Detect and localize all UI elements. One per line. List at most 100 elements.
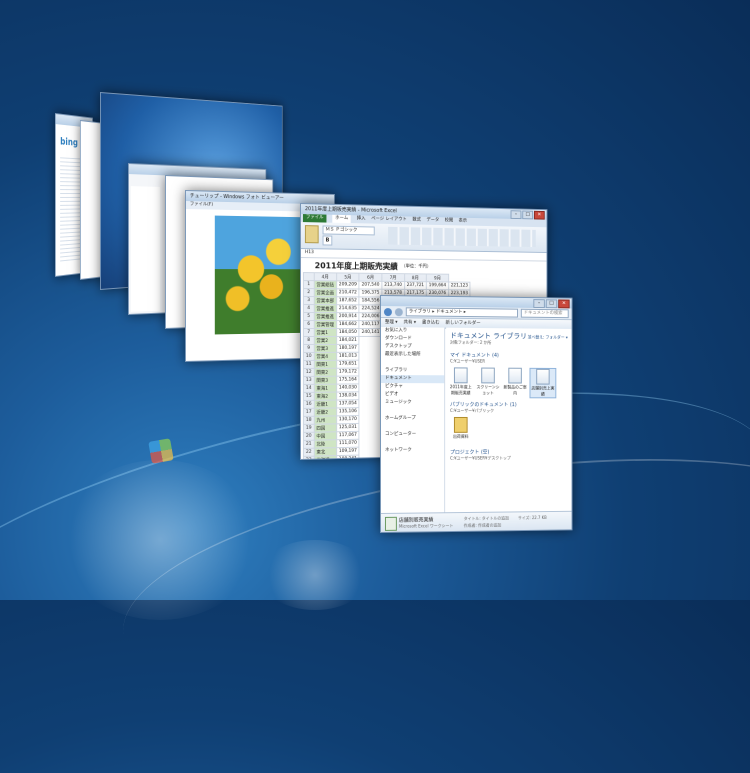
close-icon[interactable]: ✕ <box>534 211 545 220</box>
cell[interactable]: 224,006 <box>359 313 382 321</box>
column-header[interactable]: 8月 <box>404 274 426 282</box>
cell[interactable]: 関東3 <box>314 376 336 384</box>
row-header[interactable]: 5 <box>303 313 314 321</box>
row-header[interactable]: 4 <box>303 305 314 313</box>
file-item-selected[interactable]: 店舗別売上実績 <box>530 368 557 399</box>
forward-icon[interactable] <box>395 308 403 316</box>
row-header[interactable]: 3 <box>303 297 314 305</box>
nav-item[interactable]: ネットワーク <box>381 447 444 455</box>
row-header[interactable]: 1 <box>303 281 314 289</box>
row-header[interactable]: 12 <box>303 368 314 376</box>
cell[interactable]: 営業推進 <box>314 305 336 313</box>
cell[interactable]: 180,197 <box>336 344 359 352</box>
font-name-select[interactable]: ＭＳ Ｐゴシック <box>323 225 375 235</box>
row-header[interactable]: 10 <box>303 352 314 360</box>
bold-icon[interactable]: B <box>323 235 333 245</box>
cell[interactable]: 214,635 <box>336 305 359 313</box>
row-header[interactable]: 18 <box>303 416 314 424</box>
paste-icon[interactable] <box>305 225 319 243</box>
cell[interactable]: 240,117 <box>359 321 382 329</box>
cell[interactable]: 営業4 <box>314 352 336 360</box>
cell[interactable]: 237,721 <box>404 282 426 290</box>
nav-item[interactable]: ピクチャ <box>381 383 444 391</box>
cell[interactable]: 200,914 <box>336 313 359 321</box>
new-folder-button[interactable]: 新しいフォルダー <box>446 319 481 328</box>
cell[interactable]: 営業1 <box>314 329 336 337</box>
nav-item[interactable]: ドキュメント <box>381 375 444 383</box>
column-header[interactable]: 5月 <box>336 273 359 281</box>
row-header[interactable]: 20 <box>303 432 314 440</box>
search-input[interactable]: ドキュメントの検索 <box>521 309 569 318</box>
back-icon[interactable] <box>384 308 392 316</box>
cell[interactable]: 営業推進 <box>314 313 336 321</box>
group-public-documents[interactable]: パブリックのドキュメント (1) <box>450 401 517 408</box>
row-header[interactable]: 2 <box>303 289 314 297</box>
cell[interactable]: 関東1 <box>314 360 336 368</box>
row-header[interactable]: 9 <box>303 344 314 352</box>
column-header[interactable]: 9月 <box>426 274 448 282</box>
cell[interactable]: 184,662 <box>336 321 359 329</box>
cell[interactable]: 営業総括 <box>314 281 336 289</box>
column-header[interactable]: 4月 <box>314 273 336 281</box>
cell[interactable]: 209,209 <box>336 281 359 289</box>
cell[interactable]: 240,141 <box>359 329 382 337</box>
row-header[interactable]: 16 <box>303 400 314 408</box>
row-header[interactable]: 13 <box>303 376 314 384</box>
row-header[interactable]: 22 <box>303 448 314 456</box>
maximize-icon[interactable]: □ <box>522 211 533 220</box>
cell[interactable]: 営業管理 <box>314 321 336 329</box>
row-header[interactable]: 17 <box>303 408 314 416</box>
cell[interactable]: 179,651 <box>336 360 359 368</box>
organize-button[interactable]: 整理 ▾ <box>385 318 398 327</box>
cell[interactable]: 187,652 <box>336 297 359 305</box>
cell[interactable]: 181,013 <box>336 352 359 360</box>
nav-item[interactable]: 最近表示した場所 <box>381 351 444 359</box>
row-header[interactable]: 6 <box>303 321 314 329</box>
cell[interactable]: 207,540 <box>359 281 382 289</box>
column-header[interactable]: 6月 <box>359 273 382 281</box>
cell[interactable]: 184,050 <box>336 329 359 337</box>
cell[interactable]: 199,664 <box>426 282 448 290</box>
cell[interactable]: 関東2 <box>314 368 336 376</box>
cell[interactable]: 営業本部 <box>314 297 336 305</box>
minimize-icon[interactable]: – <box>511 210 522 219</box>
explorer-window[interactable]: – □ ✕ ライブラリ ▸ ドキュメント ▸ ドキュメントの検索 整理 ▾ 共有… <box>380 295 572 533</box>
burn-button[interactable]: 書き込む <box>422 318 440 327</box>
nav-item[interactable]: ミュージック <box>381 399 444 407</box>
cell[interactable]: 184,021 <box>336 336 359 344</box>
minimize-icon[interactable]: – <box>533 299 544 308</box>
nav-item[interactable]: ビデオ <box>381 391 444 399</box>
row-header[interactable]: 11 <box>303 360 314 368</box>
row-header[interactable]: 19 <box>303 424 314 432</box>
cell[interactable]: 営業企画 <box>314 289 336 297</box>
cell[interactable]: 210,472 <box>336 289 359 297</box>
row-header[interactable]: 15 <box>303 392 314 400</box>
nav-item[interactable]: ホームグループ <box>381 415 444 423</box>
close-icon[interactable]: ✕ <box>558 299 569 308</box>
arrange-by[interactable]: 並べ替え: フォルダー ▾ <box>528 334 568 340</box>
cell[interactable]: 221,123 <box>448 282 470 290</box>
share-button[interactable]: 共有 ▾ <box>404 318 417 327</box>
cell[interactable]: 196,375 <box>359 289 382 297</box>
cell[interactable]: 224,524 <box>359 305 382 313</box>
cell[interactable]: 179,172 <box>336 368 359 376</box>
row-header[interactable]: 14 <box>303 384 314 392</box>
maximize-icon[interactable]: □ <box>546 299 557 308</box>
cell[interactable]: 184,556 <box>359 297 382 305</box>
row-header[interactable]: 21 <box>303 440 314 448</box>
cell[interactable]: 175,164 <box>336 376 359 384</box>
name-box[interactable]: H13 <box>305 250 314 255</box>
tab-formulas[interactable]: 数式 <box>412 217 420 225</box>
cell[interactable]: 213,740 <box>382 281 404 289</box>
tab-view[interactable]: 表示 <box>459 218 467 226</box>
nav-item[interactable]: ライブラリ <box>381 367 444 375</box>
row-header[interactable]: 8 <box>303 336 314 344</box>
row-header[interactable]: 7 <box>303 329 314 337</box>
cell[interactable]: 営業2 <box>314 336 336 344</box>
column-header[interactable] <box>303 273 314 281</box>
column-header[interactable]: 7月 <box>382 273 404 281</box>
file-item[interactable]: 新製品のご案内 <box>503 368 528 397</box>
row-header[interactable]: 23 <box>303 456 314 460</box>
nav-item[interactable]: コンピューター <box>381 431 444 439</box>
address-bar[interactable]: ライブラリ ▸ ドキュメント ▸ <box>406 307 518 317</box>
